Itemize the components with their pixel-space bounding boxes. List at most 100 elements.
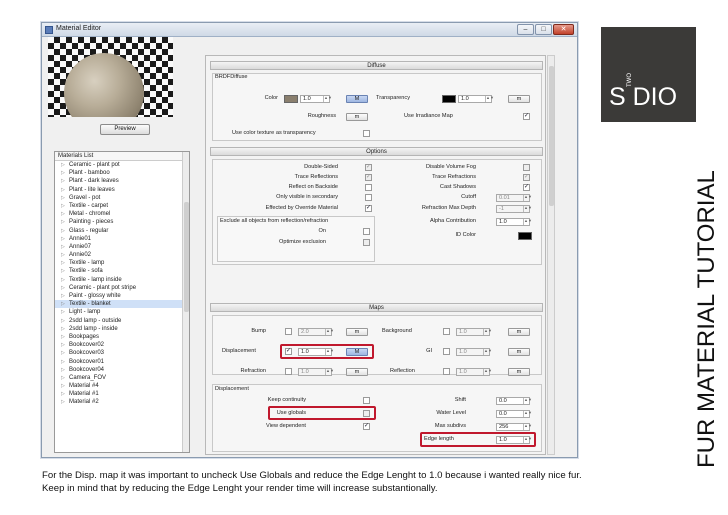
expand-arrow-icon[interactable]: ▷ [61,349,65,357]
expand-arrow-icon[interactable]: ▷ [61,374,65,382]
displacement-map-value[interactable]: 1.0 ▲▼ [298,348,334,356]
expand-arrow-icon[interactable]: ▷ [61,267,65,275]
options-section-header[interactable]: Options [210,147,543,156]
displacement-map-button[interactable]: M [346,348,368,356]
disable-fog-checkbox[interactable] [523,164,530,171]
spin-arrows-icon[interactable]: ▲▼ [325,349,334,355]
cutoff-value[interactable]: 0.01 ▲▼ [496,194,532,202]
effected-override-checkbox[interactable]: ✓ [365,205,372,212]
spin-arrows-icon[interactable]: ▲▼ [325,329,334,335]
list-item[interactable]: ▷ Bookcover04 [55,366,183,374]
background-map-button[interactable]: m [508,328,530,336]
list-item[interactable]: ▷ Camera_FOV [55,374,183,382]
materials-list[interactable]: Materials List ▷ Ceramic - plant pot ▷ Plan… [54,151,190,453]
list-item[interactable]: ▷ Material #2 [55,398,183,406]
expand-arrow-icon[interactable]: ▷ [61,390,65,398]
list-item[interactable]: ▷ 2sdd lamp - outside [55,317,183,325]
spin-arrows-icon[interactable]: ▲▼ [523,437,532,443]
expand-arrow-icon[interactable]: ▷ [61,300,65,308]
color-tex-transparency-checkbox[interactable] [363,130,370,137]
list-item[interactable]: ▷ Textile - carpet [55,202,183,210]
list-item[interactable]: ▷ Painting - pieces [55,218,183,226]
list-item[interactable]: ▷ Bookpages [55,333,183,341]
maximize-button[interactable]: □ [535,24,552,35]
spin-arrows-icon[interactable]: ▲▼ [325,369,334,375]
spin-arrows-icon[interactable]: ▲▼ [485,96,494,102]
expand-arrow-icon[interactable]: ▷ [61,210,65,218]
materials-list-scrollbar[interactable] [182,152,189,452]
expand-arrow-icon[interactable]: ▷ [61,235,65,243]
list-item[interactable]: ▷ Paint - glossy white [55,292,183,300]
list-item[interactable]: ▷ Ceramic - plant pot stripe [55,284,183,292]
list-item[interactable]: ▷ Textile - lamp [55,259,183,267]
expand-arrow-icon[interactable]: ▷ [61,202,65,210]
refraction-checkbox[interactable] [285,368,292,375]
spin-arrows-icon[interactable]: ▲▼ [483,329,492,335]
reflection-checkbox[interactable] [443,368,450,375]
spin-arrows-icon[interactable]: ▲▼ [323,96,332,102]
expand-arrow-icon[interactable]: ▷ [61,382,65,390]
cast-shadows-checkbox[interactable]: ✓ [523,184,530,191]
spin-arrows-icon[interactable]: ▲▼ [523,195,532,201]
maps-section-header[interactable]: Maps [210,303,543,312]
gi-map-button[interactable]: m [508,348,530,356]
list-item[interactable]: ▷ Material #4 [55,382,183,390]
title-bar[interactable]: Material Editor – □ ✕ [42,23,577,37]
list-item[interactable]: ▷ Plant - lite leaves [55,186,183,194]
keep-continuity-checkbox[interactable] [363,397,370,404]
expand-arrow-icon[interactable]: ▷ [61,251,65,259]
roughness-map-button[interactable]: m [346,113,368,121]
spin-arrows-icon[interactable]: ▲▼ [483,349,492,355]
edge-length-value[interactable]: 1.0 ▲▼ [496,436,532,444]
list-item[interactable]: ▷ Bookcover03 [55,349,183,357]
list-item[interactable]: ▷ Bookcover01 [55,358,183,366]
only-secondary-checkbox[interactable] [365,194,372,201]
refraction-depth-value[interactable]: -1 ▲▼ [496,205,532,213]
spin-arrows-icon[interactable]: ▲▼ [523,206,532,212]
expand-arrow-icon[interactable]: ▷ [61,366,65,374]
properties-scrollbar[interactable] [547,55,555,455]
list-item[interactable]: ▷ Textile - blanket [55,300,183,309]
scrollbar-thumb[interactable] [184,202,189,312]
shift-value[interactable]: 0.0 ▲▼ [496,397,532,405]
list-item[interactable]: ▷ Plant - bamboo [55,169,183,177]
color-swatch[interactable] [284,95,298,103]
spin-arrows-icon[interactable]: ▲▼ [523,411,532,417]
spin-arrows-icon[interactable]: ▲▼ [523,424,532,430]
expand-arrow-icon[interactable]: ▷ [61,325,65,333]
reflection-map-button[interactable]: m [508,368,530,376]
close-button[interactable]: ✕ [553,24,574,35]
expand-arrow-icon[interactable]: ▷ [61,317,65,325]
expand-arrow-icon[interactable]: ▷ [61,333,65,341]
refraction-map-button[interactable]: m [346,368,368,376]
expand-arrow-icon[interactable]: ▷ [61,243,65,251]
transparency-map-button[interactable]: m [508,95,530,103]
optimize-exclusion-checkbox[interactable] [363,239,370,246]
list-item[interactable]: ▷ Plant - dark leaves [55,177,183,185]
list-item[interactable]: ▷ Light - lamp [55,308,183,316]
list-item[interactable]: ▷ Textile - sofa [55,267,183,275]
background-value[interactable]: 1.0 ▲▼ [456,328,492,336]
background-checkbox[interactable] [443,328,450,335]
displacement-map-checkbox[interactable]: ✓ [285,348,292,355]
gi-checkbox[interactable] [443,348,450,355]
reflect-backside-checkbox[interactable] [365,184,372,191]
expand-arrow-icon[interactable]: ▷ [61,186,65,194]
color-value[interactable]: 1.0 ▲▼ [300,95,332,103]
properties-scrollbar-thumb[interactable] [549,66,554,206]
expand-arrow-icon[interactable]: ▷ [61,194,65,202]
water-level-value[interactable]: 0.0 ▲▼ [496,410,532,418]
exclude-on-checkbox[interactable] [363,228,370,235]
expand-arrow-icon[interactable]: ▷ [61,308,65,316]
color-map-button[interactable]: M [346,95,368,103]
expand-arrow-icon[interactable]: ▷ [61,169,65,177]
irradiance-checkbox[interactable]: ✓ [523,113,530,120]
expand-arrow-icon[interactable]: ▷ [61,292,65,300]
list-item[interactable]: ▷ Annie01 [55,235,183,243]
expand-arrow-icon[interactable]: ▷ [61,161,65,169]
spin-arrows-icon[interactable]: ▲▼ [483,369,492,375]
expand-arrow-icon[interactable]: ▷ [61,227,65,235]
expand-arrow-icon[interactable]: ▷ [61,284,65,292]
spin-arrows-icon[interactable]: ▲▼ [523,219,532,225]
trace-reflections-checkbox[interactable]: ✓ [365,174,372,181]
